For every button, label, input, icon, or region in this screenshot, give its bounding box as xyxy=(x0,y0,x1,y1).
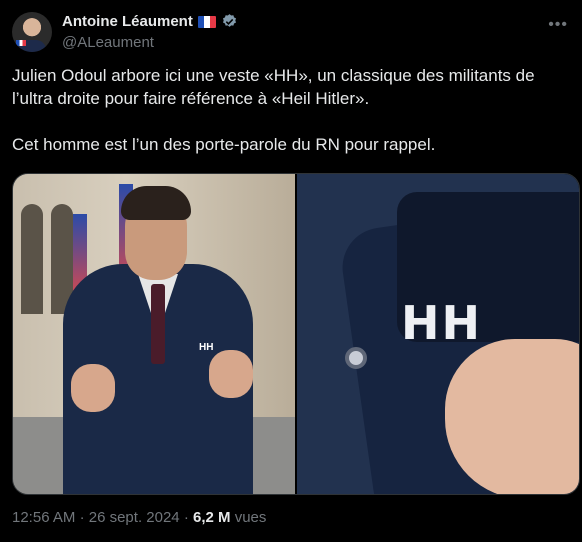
jacket-snap-button xyxy=(345,347,367,369)
meta-separator-2: · xyxy=(183,509,189,526)
tweet-media: HH HH xyxy=(12,173,580,495)
avatar[interactable] xyxy=(12,12,52,52)
france-flag-icon xyxy=(197,15,216,28)
media-photo-right[interactable]: HH xyxy=(297,174,579,494)
verified-badge-icon[interactable] xyxy=(221,13,238,30)
more-options-icon[interactable]: ••• xyxy=(548,16,568,34)
views-count: 6,2 M xyxy=(193,509,231,526)
meta-separator: · xyxy=(79,509,85,526)
tweet-paragraph-2: Cet homme est l’un des porte-parole du R… xyxy=(12,135,436,154)
tweet-meta: 12:56 AM · 26 sept. 2024 · 6,2 M vues xyxy=(12,509,266,526)
jacket-logo-right: HH xyxy=(401,296,482,350)
tweet-date[interactable]: 26 sept. 2024 xyxy=(89,509,180,526)
tweet-time[interactable]: 12:56 AM xyxy=(12,509,75,526)
jacket-logo-left: HH xyxy=(199,342,214,353)
views-label: vues xyxy=(234,509,267,526)
tweet-header: Antoine Léaument @ALeaument ••• xyxy=(12,10,570,54)
author-display-name[interactable]: Antoine Léaument xyxy=(62,13,193,30)
author-name-row: Antoine Léaument xyxy=(62,13,238,30)
tweet-paragraph-1: Julien Odoul arbore ici une veste «HH», … xyxy=(12,66,535,108)
media-photo-left[interactable]: HH xyxy=(13,174,295,494)
author-handle[interactable]: @ALeaument xyxy=(62,34,154,51)
tweet-text: Julien Odoul arbore ici une veste «HH», … xyxy=(12,64,572,156)
